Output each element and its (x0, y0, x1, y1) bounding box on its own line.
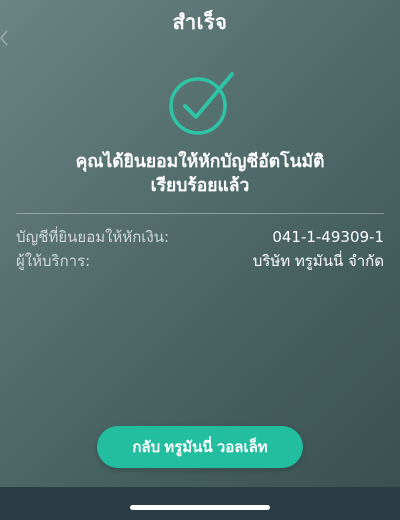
account-label: บัญชีที่ยินยอมให้หักเงิน: (16, 228, 170, 246)
success-message: คุณได้ยินยอมให้หักบัญชีอัตโนมัติ เรียบร้… (20, 150, 380, 198)
home-indicator[interactable] (130, 505, 270, 510)
divider (16, 213, 384, 214)
bottom-bar (0, 487, 400, 520)
success-screen: สำเร็จ คุณได้ยินยอมให้หักบัญชีอัตโนมัติ … (0, 0, 400, 520)
success-message-line2: เรียบร้อยแล้ว (150, 176, 250, 196)
provider-label: ผู้ให้บริการ: (16, 252, 91, 270)
provider-value: บริษัท ทรูมันนี่ จำกัด (252, 252, 384, 270)
account-value: 041-1-49309-1 (272, 228, 384, 246)
header: สำเร็จ (0, 0, 400, 44)
success-message-line1: คุณได้ยินยอมให้หักบัญชีอัตโนมัติ (75, 152, 325, 172)
page-title: สำเร็จ (172, 10, 228, 34)
checkmark-circle-icon (169, 72, 234, 135)
detail-row-account: บัญชีที่ยินยอมให้หักเงิน: 041-1-49309-1 (16, 227, 384, 247)
back-edge-icon (0, 30, 8, 46)
detail-row-provider: ผู้ให้บริการ: บริษัท ทรูมันนี่ จำกัด (16, 251, 384, 271)
back-to-wallet-button[interactable]: กลับ ทรูมันนี่ วอลเล็ท (97, 426, 303, 468)
